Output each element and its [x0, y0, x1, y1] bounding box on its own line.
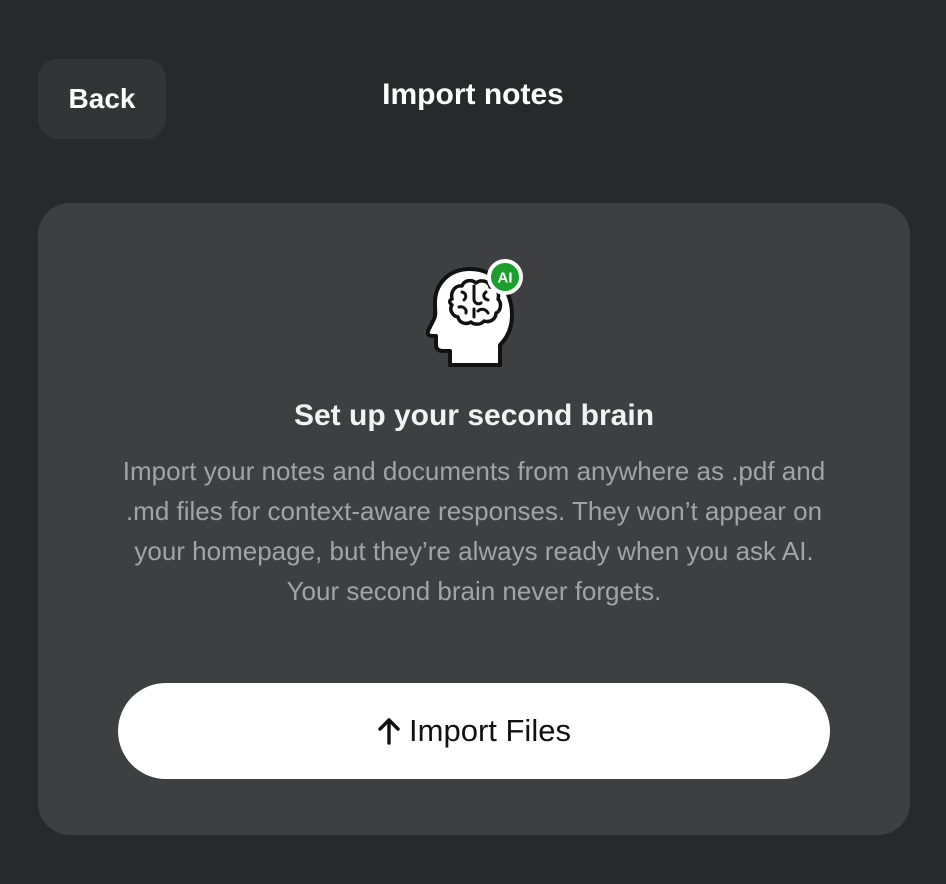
card-description: Import your notes and documents from any…: [122, 456, 826, 606]
card-title: Set up your second brain: [293, 399, 655, 432]
page-title: Import notes: [382, 78, 564, 111]
import-card: AI Set up your second brain Import your …: [38, 203, 910, 835]
import-files-button[interactable]: Import Files: [118, 683, 830, 779]
import-files-label: Import Files: [409, 713, 571, 748]
ai-badge-label: AI: [498, 270, 513, 287]
brain-ai-icon: AI: [426, 259, 523, 367]
arrow-up-icon: [378, 718, 400, 745]
